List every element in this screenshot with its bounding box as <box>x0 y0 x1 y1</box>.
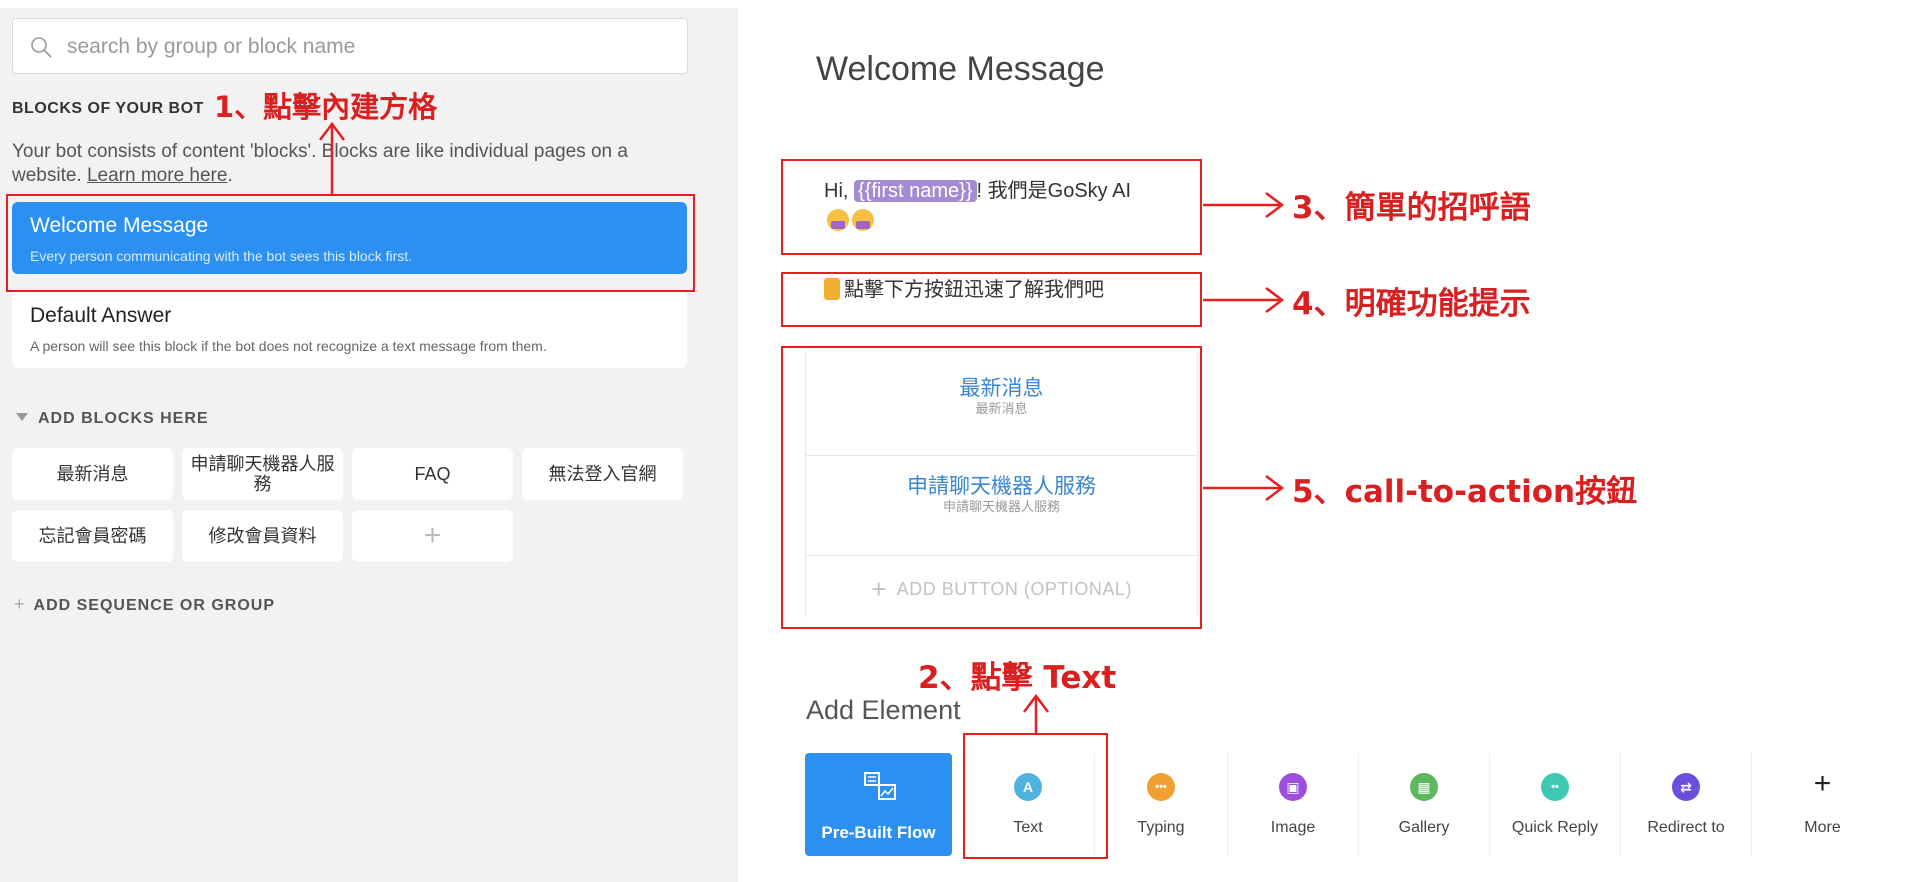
tool-image[interactable]: ▣ Image <box>1228 753 1359 856</box>
blocks-heading: BLOCKS OF YOUR BOT <box>12 100 204 117</box>
add-block-button[interactable]: + <box>352 510 513 562</box>
add-blocks-heading[interactable]: ADD BLOCKS HERE <box>16 410 209 428</box>
annotation-box-hint <box>781 272 1202 327</box>
collapse-triangle-icon <box>16 413 28 421</box>
quick-reply-icon: •• <box>1541 773 1569 801</box>
annotation-step-3: 3、簡單的招呼語 <box>1292 190 1531 226</box>
add-sequence-or-group[interactable]: + ADD SEQUENCE OR GROUP <box>14 594 275 615</box>
tool-typing[interactable]: ••• Typing <box>1095 753 1228 856</box>
block-chip[interactable]: 最新消息 <box>12 448 173 500</box>
annotation-box-greeting <box>781 159 1202 255</box>
block-chip[interactable]: 無法登入官網 <box>522 448 683 500</box>
annotation-step-5: 5、call-to-action按鈕 <box>1292 474 1638 510</box>
search-icon <box>31 37 52 58</box>
gallery-icon: ▦ <box>1410 773 1438 801</box>
annotation-box-text-tool <box>963 733 1108 859</box>
page-title[interactable]: Welcome Message <box>816 50 1105 89</box>
tool-redirect-to[interactable]: ⇄ Redirect to <box>1621 753 1752 856</box>
annotation-step-1: 1、點擊內建方格 <box>214 90 438 124</box>
search-box[interactable] <box>12 18 688 74</box>
pre-built-flow-button[interactable]: Pre-Built Flow <box>805 753 952 856</box>
blocks-description: Your bot consists of content 'blocks'. B… <box>12 141 628 186</box>
block-chip[interactable]: 忘記會員密碼 <box>12 510 173 562</box>
annotation-box-cta-buttons <box>781 346 1202 629</box>
tool-gallery[interactable]: ▦ Gallery <box>1359 753 1490 856</box>
block-default-answer[interactable]: Default Answer A person will see this bl… <box>12 290 687 368</box>
flow-chart-icon <box>864 772 896 800</box>
typing-icon: ••• <box>1147 773 1175 801</box>
block-chip[interactable]: 申請聊天機器人服務 <box>182 448 343 500</box>
annotation-step-4: 4、明確功能提示 <box>1292 286 1531 322</box>
annotation-box-welcome-block <box>6 194 695 292</box>
learn-more-link[interactable]: Learn more here <box>87 165 227 186</box>
block-title: Default Answer <box>30 304 172 327</box>
add-element-heading: Add Element <box>806 695 961 725</box>
redirect-icon: ⇄ <box>1672 773 1700 801</box>
blocks-sidebar: BLOCKS OF YOUR BOT Your bot consists of … <box>0 8 738 882</box>
block-chip[interactable]: 修改會員資料 <box>182 510 343 562</box>
block-chip[interactable]: FAQ <box>352 448 513 500</box>
plus-icon: + <box>1813 767 1832 800</box>
plus-icon: + <box>14 594 26 614</box>
block-subtitle: A person will see this block if the bot … <box>30 338 547 354</box>
image-icon: ▣ <box>1279 773 1307 801</box>
tool-quick-reply[interactable]: •• Quick Reply <box>1490 753 1621 856</box>
search-input[interactable] <box>67 27 667 67</box>
tool-more[interactable]: + More <box>1752 753 1893 856</box>
annotation-step-2: 2、點擊 Text <box>918 660 1117 696</box>
